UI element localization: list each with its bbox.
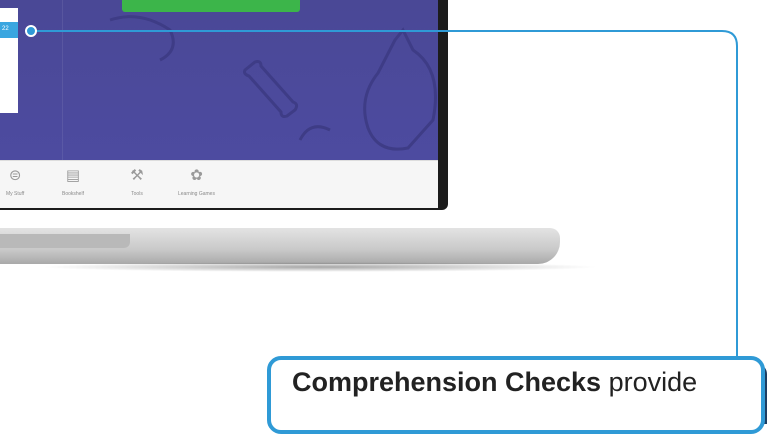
callout-body: provide: [601, 367, 698, 397]
bottom-toolbar: ⊜ My Stuff ▤ Bookshelf ⚒ Tools ✿ Learnin…: [0, 160, 438, 208]
toolbar-item-label: Tools: [131, 191, 143, 197]
toolbar-item-tools[interactable]: ⚒ Tools: [128, 167, 146, 197]
toolbar-item-my-stuff[interactable]: ⊜ My Stuff: [6, 167, 24, 197]
my-stuff-icon: ⊜: [8, 167, 22, 184]
toolbar-item-label: Bookshelf: [62, 191, 84, 197]
activity-area: [0, 0, 438, 160]
toolbar-item-learning-games[interactable]: ✿ Learning Games: [178, 167, 215, 197]
toolbar-item-label: My Stuff: [6, 191, 25, 197]
laptop-notch: [0, 234, 130, 248]
green-action-button[interactable]: [122, 0, 300, 12]
left-panel-tab-label: 22: [2, 26, 9, 32]
laptop-shadow: [40, 262, 600, 272]
app-screen: 22 ⊜ My Stuff ▤ Bookshelf ⚒ Tools ✿ Lear…: [0, 0, 438, 208]
toolbar-item-label: Learning Games: [178, 191, 215, 197]
background-doodles: [109, 15, 437, 151]
callout-text: Comprehension Checks provide: [292, 367, 697, 398]
learning-games-icon: ✿: [190, 167, 203, 184]
tools-icon: ⚒: [130, 167, 144, 184]
left-panel-tab[interactable]: 22: [0, 22, 18, 38]
bookshelf-icon: ▤: [65, 167, 81, 184]
callout-title: Comprehension Checks: [292, 367, 602, 397]
toolbar-item-bookshelf[interactable]: ▤ Bookshelf: [62, 167, 84, 197]
laptop-screen: 22 ⊜ My Stuff ▤ Bookshelf ⚒ Tools ✿ Lear…: [0, 0, 448, 210]
panel-divider: [62, 0, 63, 160]
